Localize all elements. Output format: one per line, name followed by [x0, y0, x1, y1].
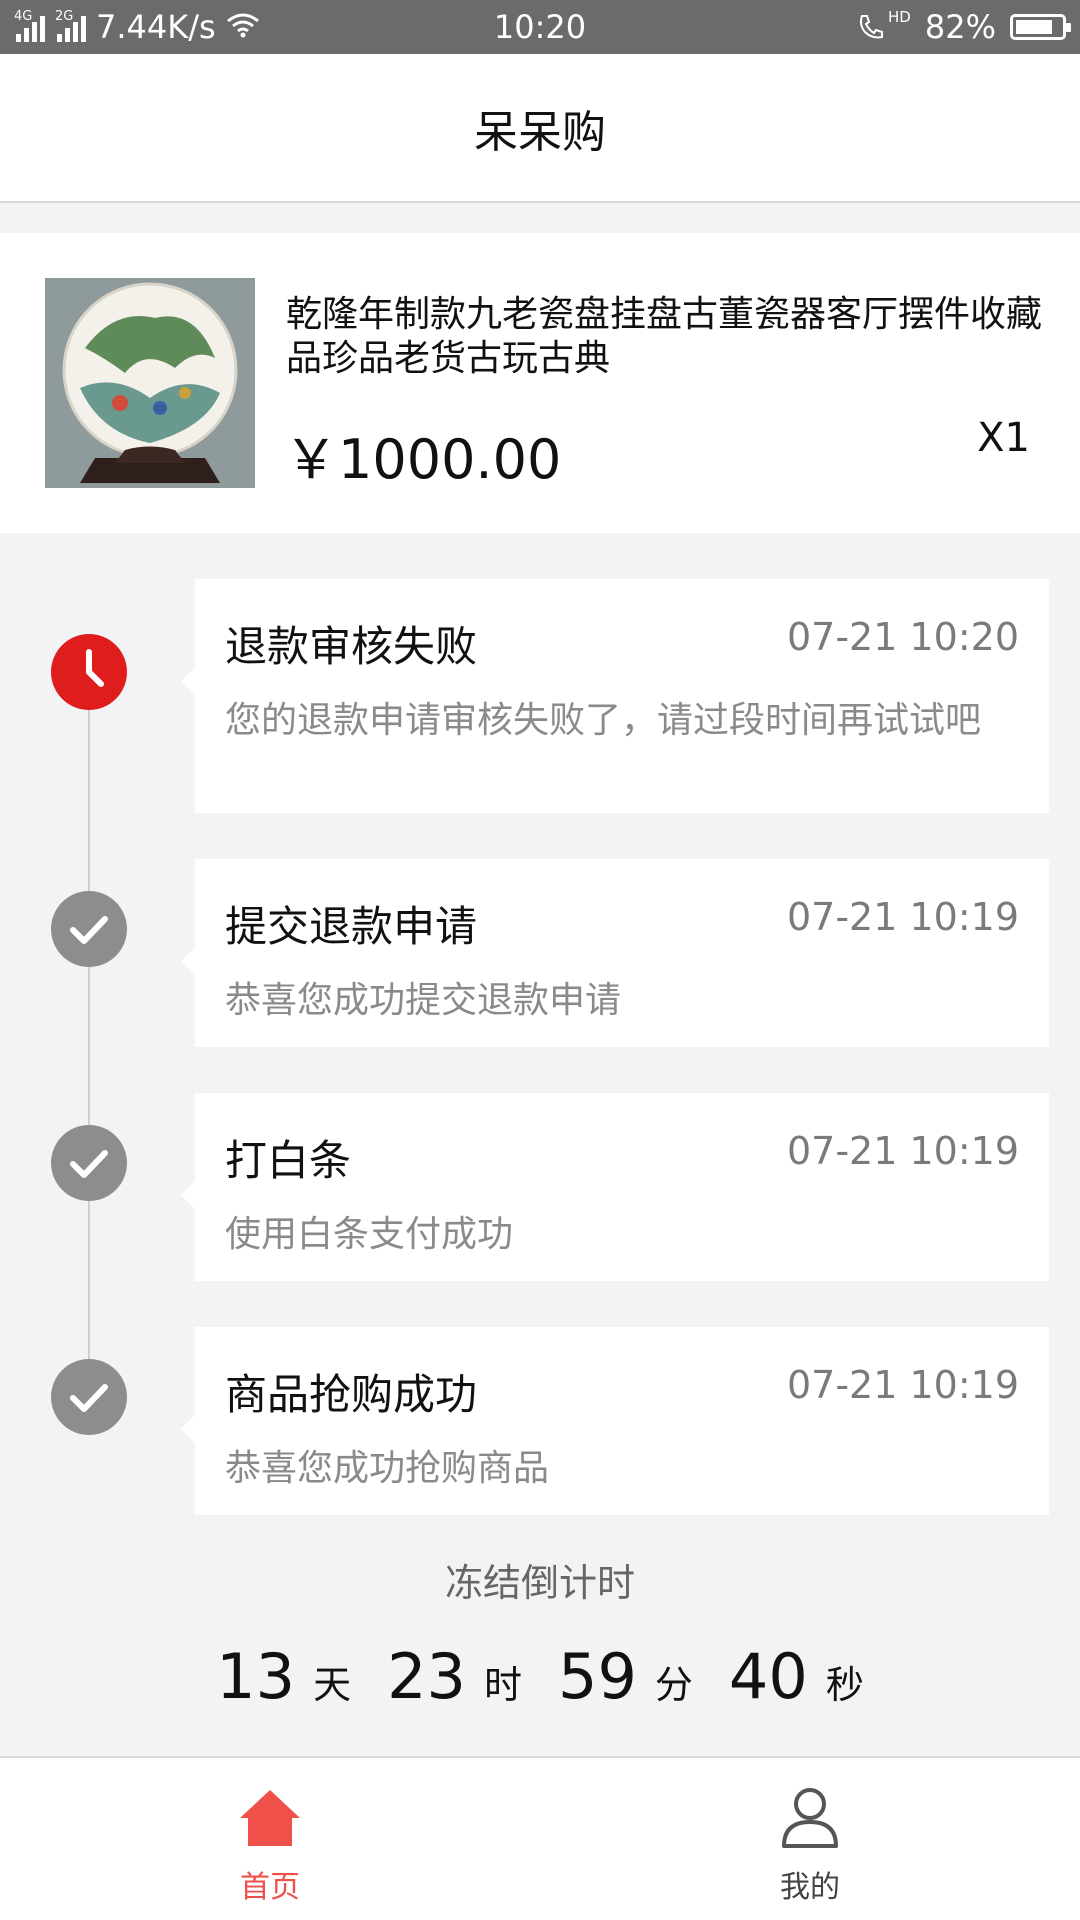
timeline-title: 打白条 [225, 1136, 352, 1185]
timeline-item: 商品抢购成功 07-21 10:19 恭喜您成功抢购商品 [181, 1327, 1049, 1515]
countdown-label: 冻结倒计时 [444, 1561, 635, 1605]
check-icon [51, 891, 127, 967]
battery-percent: 82% [924, 8, 996, 46]
page: 4G 2G 7.44K/s 10:20 HD 82% 呆呆购 乾隆年制款九老瓷盘… [0, 0, 1080, 1920]
timeline-title: 退款审核失败 [225, 622, 478, 671]
countdown-minutes: 59 [558, 1640, 637, 1713]
timeline-time: 07-21 10:19 [786, 895, 1019, 939]
countdown-seconds: 40 [728, 1640, 808, 1713]
timeline-desc: 恭喜您成功提交退款申请 [225, 980, 622, 1021]
bottom-nav: 首页 我的 [0, 1756, 1080, 1920]
hd-call-icon: HD [856, 8, 911, 42]
timeline-time: 07-21 10:20 [786, 615, 1019, 659]
countdown-days-unit: 天 [313, 1663, 352, 1707]
timeline-time: 07-21 10:19 [786, 1129, 1019, 1173]
product-name[interactable]: 乾隆年制款九老瓷盘挂盘古董瓷器客厅摆件收藏品珍品老货古玩古典 [286, 293, 1046, 381]
timeline-desc: 您的退款申请审核失败了，请过段时间再试试吧 [225, 700, 982, 741]
timeline-title: 商品抢购成功 [225, 1370, 478, 1419]
timeline-item: 提交退款申请 07-21 10:19 恭喜您成功提交退款申请 [181, 859, 1049, 1047]
timeline-line [88, 670, 90, 1390]
header: 呆呆购 [0, 54, 1080, 203]
battery-icon [1010, 14, 1071, 40]
timeline-title: 提交退款申请 [225, 902, 478, 951]
timeline-item: 打白条 07-21 10:19 使用白条支付成功 [181, 1093, 1049, 1281]
product-image[interactable] [45, 278, 255, 488]
status-bar: 4G 2G 7.44K/s 10:20 HD 82% [0, 0, 1080, 54]
nav-label-home[interactable]: 首页 [120, 1862, 420, 1906]
timeline-time: 07-21 10:19 [786, 1363, 1019, 1407]
countdown-hours-unit: 时 [483, 1663, 522, 1707]
product-quantity: X1 [977, 415, 1030, 461]
nav-item-home[interactable]: 首页 [120, 1758, 420, 1920]
user-icon[interactable] [778, 1786, 842, 1850]
product-card[interactable]: 乾隆年制款九老瓷盘挂盘古董瓷器客厅摆件收藏品珍品老货古玩古典 ￥1000.00 … [0, 233, 1080, 533]
nav-item-mine[interactable]: 我的 [660, 1758, 960, 1920]
timeline-item: 退款审核失败 07-21 10:20 您的退款申请审核失败了，请过段时间再试试吧 [181, 579, 1049, 813]
countdown-minutes-unit: 分 [654, 1663, 693, 1707]
countdown: 13 天 23 时 59 分 40 秒 [0, 1640, 1080, 1720]
home-icon[interactable] [238, 1786, 302, 1850]
status-bar-right: HD 82% [856, 0, 1071, 54]
product-price: ￥1000.00 [284, 428, 562, 491]
clock-icon [51, 634, 127, 710]
check-icon [51, 1125, 127, 1201]
countdown-days: 13 [216, 1640, 296, 1713]
page-title: 呆呆购 [474, 106, 606, 158]
countdown-hours: 23 [387, 1640, 466, 1713]
nav-label-mine[interactable]: 我的 [660, 1862, 960, 1906]
timeline-desc: 使用白条支付成功 [225, 1214, 514, 1255]
countdown-seconds-unit: 秒 [825, 1663, 864, 1707]
timeline-desc: 恭喜您成功抢购商品 [225, 1448, 550, 1489]
check-icon [51, 1359, 127, 1435]
hd-label: HD [888, 8, 911, 26]
